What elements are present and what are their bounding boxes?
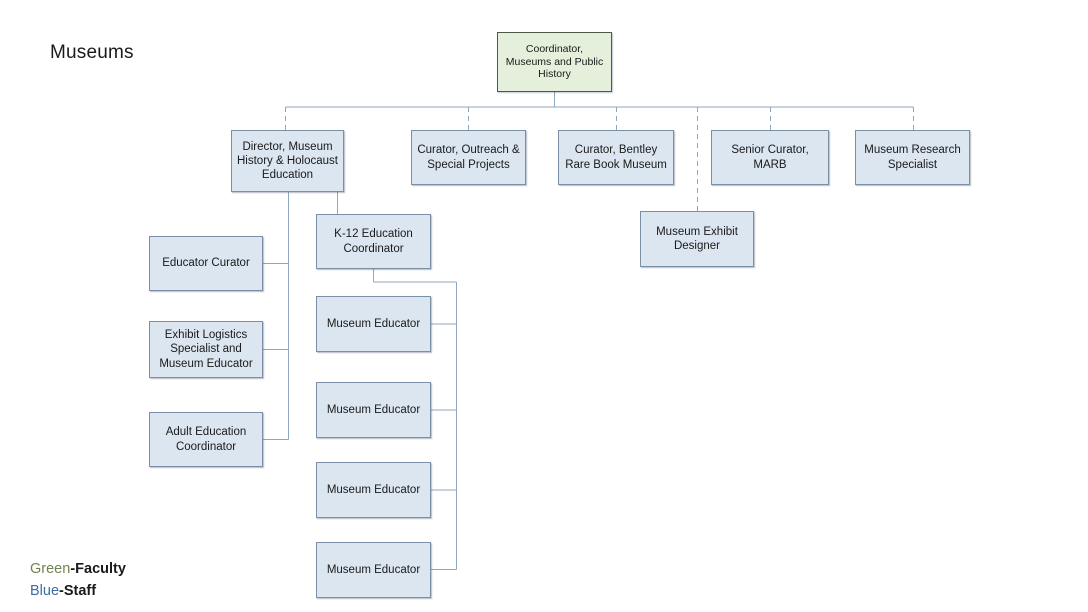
node-label: K-12 Education Coordinator <box>334 228 413 255</box>
node-exhibit-logistics-specialist[interactable]: Exhibit Logistics Specialist and Museum … <box>149 321 263 378</box>
node-label: Senior Curator, MARB <box>731 144 809 171</box>
node-curator-bentley[interactable]: Curator, Bentley Rare Book Museum <box>558 130 674 185</box>
node-k12-education-coordinator[interactable]: K-12 Education Coordinator <box>316 214 431 269</box>
legend-row-faculty: Green-Faculty <box>30 558 126 580</box>
node-museum-exhibit-designer[interactable]: Museum Exhibit Designer <box>640 211 754 267</box>
node-curator-outreach[interactable]: Curator, Outreach & Special Projects <box>411 130 526 185</box>
page-title: Museums <box>50 42 134 63</box>
node-label: Adult Education Coordinator <box>165 426 247 453</box>
node-museum-educator-3[interactable]: Museum Educator <box>316 462 431 518</box>
node-label: Museum Educator <box>326 317 421 330</box>
node-label: Exhibit Logistics Specialist and Museum … <box>159 329 253 370</box>
node-label: Curator, Outreach & Special Projects <box>417 144 520 171</box>
node-label: Museum Educator <box>326 483 421 496</box>
legend-label-staff: -Staff <box>59 583 97 600</box>
node-museum-educator-1[interactable]: Museum Educator <box>316 296 431 352</box>
node-museum-educator-2[interactable]: Museum Educator <box>316 382 431 438</box>
node-label: Museum Educator <box>326 403 421 416</box>
node-label: Museum Research Specialist <box>864 144 961 171</box>
node-museum-educator-4[interactable]: Museum Educator <box>316 542 431 598</box>
node-museum-research-specialist[interactable]: Museum Research Specialist <box>855 130 970 185</box>
node-label: Museum Exhibit Designer <box>656 225 738 252</box>
node-senior-curator-marb[interactable]: Senior Curator, MARB <box>711 130 829 185</box>
node-label: Educator Curator <box>162 257 250 270</box>
legend-key-green: Green <box>30 561 71 577</box>
node-coordinator[interactable]: Coordinator, Museums and Public History <box>497 32 612 92</box>
legend-row-staff: Blue-Staff <box>30 580 126 602</box>
node-label: Coordinator, Museums and Public History <box>505 42 604 81</box>
node-label: Director, Museum History & Holocaust Edu… <box>237 140 338 181</box>
node-director-museum-history[interactable]: Director, Museum History & Holocaust Edu… <box>231 130 344 192</box>
org-chart-canvas: Museums Coordinator, Museums and Public … <box>0 0 1088 612</box>
legend-key-blue: Blue <box>30 583 60 600</box>
node-educator-curator[interactable]: Educator Curator <box>149 236 263 291</box>
node-adult-education-coordinator[interactable]: Adult Education Coordinator <box>149 412 263 467</box>
node-label: Museum Educator <box>326 563 421 576</box>
legend: Green-Faculty Blue-Staff <box>30 558 126 602</box>
node-label: Curator, Bentley Rare Book Museum <box>565 144 667 171</box>
legend-label-faculty: -Faculty <box>70 561 126 577</box>
